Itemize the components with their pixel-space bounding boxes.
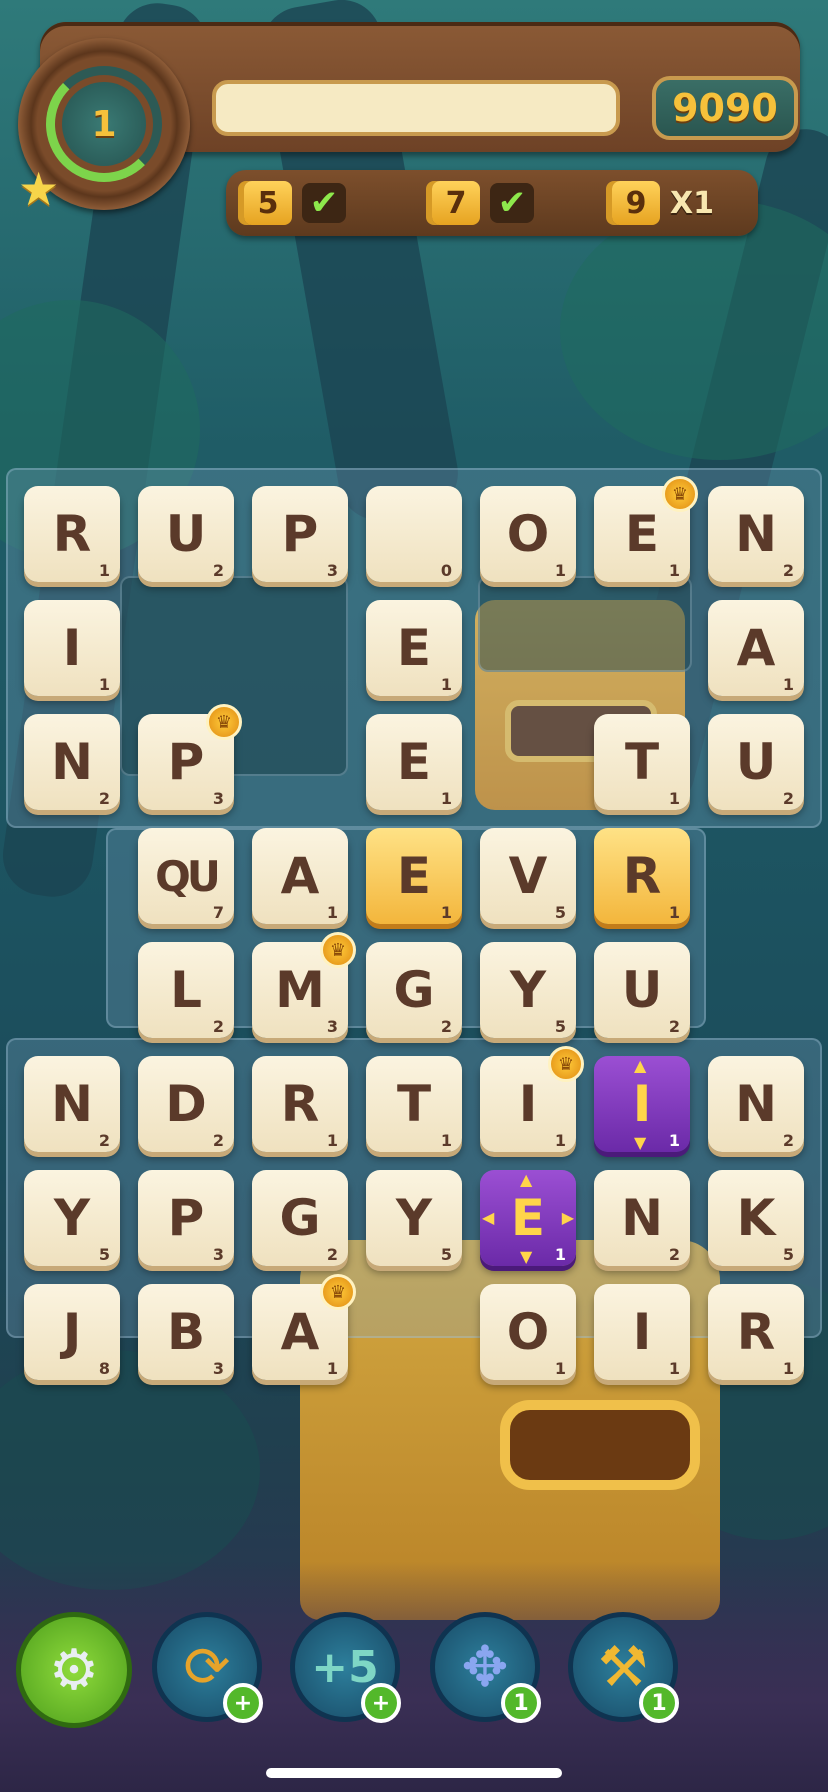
- letter-tile[interactable]: N2: [708, 1056, 804, 1152]
- letter-tile[interactable]: L2: [138, 942, 234, 1038]
- arrow-down-icon: ▼: [634, 1133, 647, 1152]
- shuffle-icon: ⟳: [183, 1634, 231, 1700]
- letter-tile[interactable]: J8: [24, 1284, 120, 1380]
- letter-tile[interactable]: U2: [708, 714, 804, 810]
- letter-tile[interactable]: T1: [366, 1056, 462, 1152]
- level-number: 1: [62, 82, 146, 166]
- level-progress-bar: [212, 80, 620, 136]
- crown-icon: ♛: [320, 1274, 356, 1310]
- score-display: 9090: [652, 76, 798, 140]
- letter-tile[interactable]: R1: [708, 1284, 804, 1380]
- letter-tile[interactable]: QU 7: [138, 828, 234, 924]
- star-icon: ★: [18, 162, 60, 216]
- goal-multiplier: X1: [670, 185, 715, 221]
- letter-tile[interactable]: E1: [366, 600, 462, 696]
- letter-tile[interactable]: N2: [24, 1056, 120, 1152]
- hammer-icon: ⚒: [597, 1634, 649, 1700]
- letter-tile[interactable]: Y5: [366, 1170, 462, 1266]
- crown-icon: ♛: [662, 476, 698, 512]
- letter-tile[interactable]: O1: [480, 1284, 576, 1380]
- letter-tile[interactable]: P 3 ♛: [138, 704, 242, 810]
- check-icon: ✔: [490, 183, 534, 223]
- letter-tile[interactable]: O1: [480, 486, 576, 582]
- letter-tile[interactable]: E 1 ♛: [594, 476, 698, 582]
- letter-tile[interactable]: U2: [138, 486, 234, 582]
- special-cross-tile[interactable]: E1 ▲ ▼ ◀ ▶: [480, 1170, 576, 1266]
- selected-letter-tile[interactable]: E1: [366, 828, 462, 924]
- letter-tile[interactable]: I 1 ♛: [480, 1046, 584, 1152]
- badge: +: [223, 1683, 263, 1723]
- check-icon: ✔: [302, 183, 346, 223]
- arrow-down-icon: ▼: [520, 1247, 533, 1266]
- word-goals-bar: 5 ✔ 7 ✔ 9 X1: [226, 170, 758, 236]
- plus-five-icon: +5: [311, 1641, 379, 1693]
- letter-tile[interactable]: N2: [708, 486, 804, 582]
- home-indicator[interactable]: [266, 1768, 562, 1778]
- letter-tile[interactable]: V5: [480, 828, 576, 924]
- badge: 1: [639, 1683, 679, 1723]
- crown-icon: ♛: [206, 704, 242, 740]
- goal-length: 7: [432, 181, 480, 225]
- letter-tile[interactable]: D2: [138, 1056, 234, 1152]
- crown-icon: ♛: [548, 1046, 584, 1082]
- badge: +: [361, 1683, 401, 1723]
- letter-tile[interactable]: G2: [366, 942, 462, 1038]
- letter-tile[interactable]: G2: [252, 1170, 348, 1266]
- letter-tile[interactable]: I1: [24, 600, 120, 696]
- letter-tile[interactable]: K5: [708, 1170, 804, 1266]
- arrow-up-icon: ▲: [520, 1170, 533, 1189]
- goal-length: 9: [612, 181, 660, 225]
- letter-tile[interactable]: A1: [252, 828, 348, 924]
- move-tile-icon: ✥: [461, 1634, 509, 1700]
- goal-item: 5 ✔: [244, 180, 346, 226]
- badge: 1: [501, 1683, 541, 1723]
- goal-length: 5: [244, 181, 292, 225]
- letter-tile[interactable]: M 3 ♛: [252, 932, 356, 1038]
- letter-tile[interactable]: P3: [138, 1170, 234, 1266]
- letter-tile[interactable]: A 1 ♛: [252, 1274, 356, 1380]
- plus-five-button[interactable]: +5 +: [290, 1612, 401, 1723]
- letter-tile[interactable]: U2: [594, 942, 690, 1038]
- letter-tile[interactable]: N2: [594, 1170, 690, 1266]
- letter-tile[interactable]: N2: [24, 714, 120, 810]
- selected-letter-tile[interactable]: R1: [594, 828, 690, 924]
- goal-item: 7 ✔: [432, 180, 534, 226]
- letter-tile[interactable]: R1: [252, 1056, 348, 1152]
- move-tile-button[interactable]: ✥ 1: [430, 1612, 541, 1723]
- letter-tile[interactable]: T1: [594, 714, 690, 810]
- special-vertical-tile[interactable]: I1 ▲ ▼: [594, 1056, 690, 1152]
- letter-tile[interactable]: Y5: [480, 942, 576, 1038]
- hammer-button[interactable]: ⚒ 1: [568, 1612, 679, 1723]
- arrow-right-icon: ▶: [561, 1208, 574, 1227]
- gear-icon: ⚙: [48, 1637, 100, 1703]
- letter-tile[interactable]: I1: [594, 1284, 690, 1380]
- letter-tile[interactable]: P3: [252, 486, 348, 582]
- letter-tile[interactable]: R1: [24, 486, 120, 582]
- crown-icon: ♛: [320, 932, 356, 968]
- letter-tile[interactable]: A1: [708, 600, 804, 696]
- settings-button[interactable]: ⚙: [16, 1612, 132, 1728]
- goal-item: 9 X1: [612, 180, 714, 226]
- arrow-up-icon: ▲: [634, 1056, 647, 1075]
- blank-tile[interactable]: 0: [366, 486, 462, 582]
- arrow-left-icon: ◀: [482, 1208, 495, 1227]
- letter-tile[interactable]: E1: [366, 714, 462, 810]
- letter-tile[interactable]: Y5: [24, 1170, 120, 1266]
- letter-tile[interactable]: B3: [138, 1284, 234, 1380]
- letter-board: R1 U2 P3 0 O1 E 1 ♛ N2 I1 E1 A1 N2 P 3 ♛ E1 …: [6, 468, 822, 1398]
- shuffle-button[interactable]: ⟳ +: [152, 1612, 263, 1723]
